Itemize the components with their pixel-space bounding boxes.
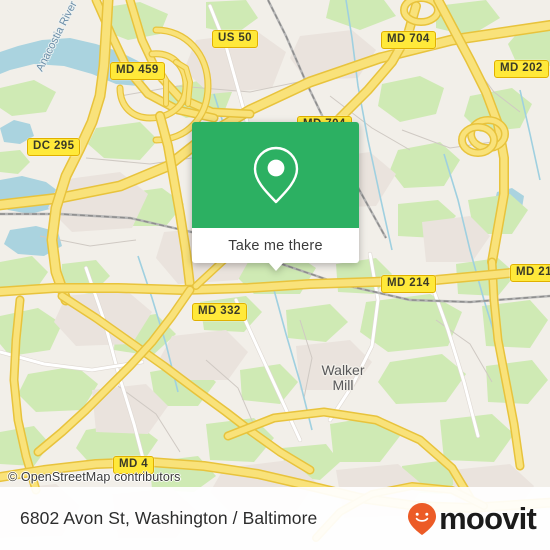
popup-pointer — [267, 262, 284, 271]
location-popup-card[interactable]: Take me there — [192, 122, 359, 271]
road-shield-dc-295: DC 295 — [27, 138, 81, 156]
map-vector-layer: .green{fill:#cfeab4;} .green2{fill:#d9ec… — [0, 0, 550, 550]
road-shield-md-202: MD 202 — [494, 60, 549, 78]
moovit-wordmark: moovit — [439, 501, 537, 536]
moovit-location-card: .green{fill:#cfeab4;} .green2{fill:#d9ec… — [0, 0, 550, 550]
popup-header — [192, 122, 359, 228]
place-label-walker-mill: Walker Mill — [321, 362, 365, 393]
moovit-logo[interactable]: moovit — [407, 501, 537, 536]
map-canvas[interactable]: .green{fill:#cfeab4;} .green2{fill:#d9ec… — [0, 0, 550, 550]
road-shield-us-50: US 50 — [212, 30, 258, 48]
road-shield-md-214-e: MD 214 — [510, 264, 550, 282]
road-shield-md-332: MD 332 — [192, 303, 247, 321]
take-me-there-button[interactable]: Take me there — [192, 228, 359, 263]
address-title: 6802 Avon St, Washington / Baltimore — [20, 508, 318, 528]
footer-bar: 6802 Avon St, Washington / Baltimore moo… — [0, 487, 550, 550]
road-shield-md-214-w: MD 214 — [381, 275, 436, 293]
road-shield-md-704-n: MD 704 — [381, 31, 436, 49]
map-pin-icon — [253, 146, 298, 204]
moovit-pin-icon — [408, 502, 437, 535]
map-attribution[interactable]: © OpenStreetMap contributors — [8, 470, 181, 484]
take-me-there-label: Take me there — [228, 237, 323, 254]
road-shield-md-459: MD 459 — [110, 62, 165, 80]
